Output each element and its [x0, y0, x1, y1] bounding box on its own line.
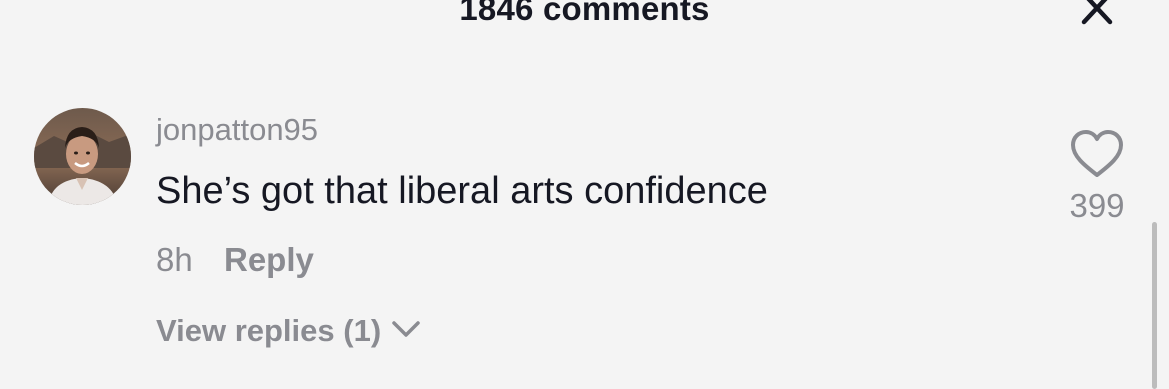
- view-replies-button[interactable]: View replies (1): [156, 308, 421, 354]
- comments-panel: 1846 comments jonpatton95 She’s got that…: [0, 0, 1169, 389]
- view-replies-label: View replies (1): [156, 313, 382, 348]
- comment-text: She’s got that liberal arts confidence: [156, 170, 768, 212]
- close-button[interactable]: [1076, 0, 1116, 28]
- reply-button[interactable]: Reply: [224, 238, 314, 282]
- chevron-down-icon: [391, 319, 421, 344]
- avatar-photo: [34, 108, 131, 205]
- avatar[interactable]: [34, 108, 131, 205]
- scrollbar[interactable]: [1152, 222, 1157, 389]
- comment-username[interactable]: jonpatton95: [156, 110, 318, 150]
- close-icon: [1081, 0, 1113, 25]
- comments-count-title: 1846 comments: [459, 0, 710, 27]
- like-count: 399: [1069, 187, 1125, 224]
- heart-outline-icon: [1071, 130, 1123, 177]
- like-button[interactable]: [1068, 128, 1126, 180]
- comment-timestamp: 8h: [156, 241, 193, 278]
